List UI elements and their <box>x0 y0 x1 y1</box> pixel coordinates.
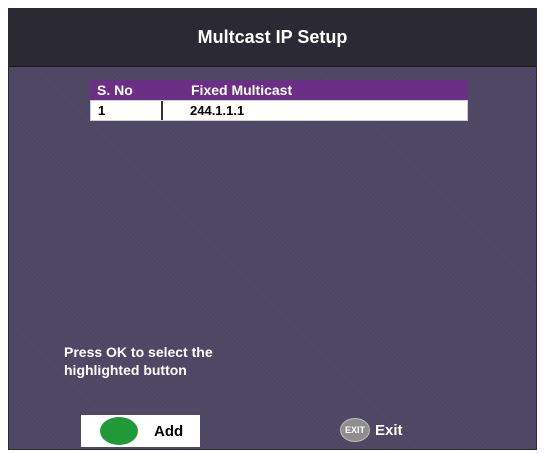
multicast-setup-screen: Multcast IP Setup S. No Fixed Multicast … <box>8 8 537 450</box>
table-header: S. No Fixed Multicast <box>90 80 468 100</box>
help-text-line-2: highlighted button <box>64 362 187 378</box>
add-button-label: Add <box>154 422 184 440</box>
column-header-fixed-multicast: Fixed Multicast <box>191 82 293 98</box>
table-row[interactable]: 1 244.1.1.1 <box>90 100 468 121</box>
green-button-icon <box>100 417 138 445</box>
multicast-table: S. No Fixed Multicast 1 244.1.1.1 <box>90 80 468 121</box>
exit-button-label: Exit <box>375 421 403 439</box>
help-text-line-1: Press OK to select the <box>64 344 213 360</box>
column-header-sno: S. No <box>97 82 133 98</box>
help-text: Press OK to select the highlighted butto… <box>64 343 213 379</box>
cell-multicast-address: 244.1.1.1 <box>190 103 245 118</box>
cell-sno: 1 <box>91 101 163 120</box>
exit-button[interactable]: EXIT Exit <box>340 418 403 442</box>
exit-icon: EXIT <box>340 418 370 442</box>
title-bar: Multcast IP Setup <box>9 9 536 67</box>
page-title: Multcast IP Setup <box>197 27 348 47</box>
add-button[interactable]: Add <box>81 415 200 447</box>
